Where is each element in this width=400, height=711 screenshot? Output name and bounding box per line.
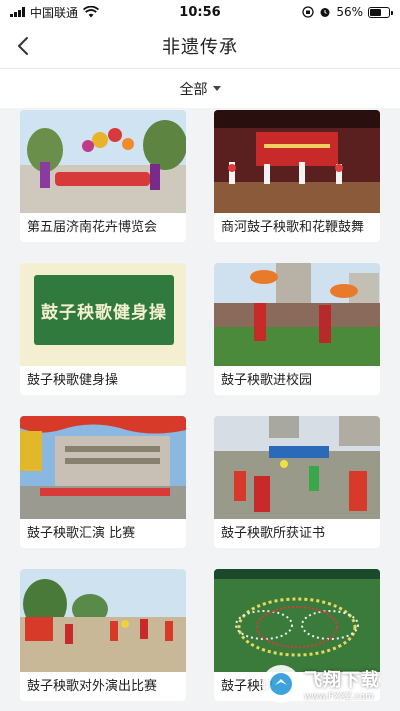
card-image-flower-expo xyxy=(20,110,186,213)
watermark-url: www.FXXZ.com xyxy=(304,692,374,702)
alarm-icon xyxy=(320,8,330,17)
watermark-text: 飞翔下载 xyxy=(304,670,380,691)
card-image-certificate-dance xyxy=(214,416,380,519)
carrier-name: 中国联通 xyxy=(30,5,79,20)
list-item[interactable]: 鼓子秧歌所获证书 xyxy=(214,416,380,548)
navigation-bar: 非遗传承 xyxy=(0,24,400,68)
status-bar: 中国联通 10:56 56% xyxy=(0,0,400,24)
list-item[interactable]: 鼓子秧歌进校园 xyxy=(214,263,380,395)
caret-down-icon xyxy=(212,86,221,91)
card-title: 商河鼓子秧歌和花鞭鼓舞 xyxy=(221,220,365,235)
category-filter[interactable]: 全部 xyxy=(0,68,400,108)
signal-icon xyxy=(10,7,25,17)
card-title: 鼓子秧歌所获证书 xyxy=(221,526,326,541)
card-image-stage-dance xyxy=(214,110,380,213)
orientation-lock-icon xyxy=(302,6,314,18)
card-title: 第五届济南花卉博览会 xyxy=(27,220,158,235)
page-title: 非遗传承 xyxy=(162,37,238,58)
card-image-performance-competition xyxy=(20,416,186,519)
list-item[interactable]: 鼓子秧歌汇演 比赛 xyxy=(20,416,186,548)
filter-selected-label: 全部 xyxy=(179,81,208,98)
wifi-icon xyxy=(83,6,100,18)
card-title: 鼓子秧歌汇演 比赛 xyxy=(27,526,136,541)
content-grid: 第五届济南花卉博览会 商河鼓子秧歌和花鞭鼓舞 鼓子秧歌健身操 鼓子秧歌健身操 鼓… xyxy=(0,108,400,711)
list-item[interactable]: 第五届济南花卉博览会 xyxy=(20,110,186,242)
battery-percent: 56% xyxy=(336,5,363,19)
card-image-stadium-formation xyxy=(214,569,380,672)
card-title: 鼓子秧歌健身操 xyxy=(27,373,119,388)
card-image-fitness-banner: 鼓子秧歌健身操 xyxy=(20,263,186,366)
card-image-outdoor-performance xyxy=(20,569,186,672)
card-title: 鼓子秧歌进校园 xyxy=(221,373,313,388)
banner-text: 鼓子秧歌健身操 xyxy=(34,275,174,345)
list-item[interactable]: 鼓子秧歌对外演出比赛 xyxy=(20,569,186,701)
card-image-school-dance xyxy=(214,263,380,366)
battery-icon xyxy=(368,6,393,18)
watermark: 飞翔下载 www.FXXZ.com xyxy=(262,662,394,706)
list-item[interactable]: 商河鼓子秧歌和花鞭鼓舞 xyxy=(214,110,380,242)
list-item[interactable]: 鼓子秧歌健身操 鼓子秧歌健身操 xyxy=(20,263,186,395)
card-title: 鼓子秧歌对外演出比赛 xyxy=(27,679,158,694)
chevron-left-icon[interactable] xyxy=(12,34,36,58)
watermark-logo-icon xyxy=(262,665,300,703)
